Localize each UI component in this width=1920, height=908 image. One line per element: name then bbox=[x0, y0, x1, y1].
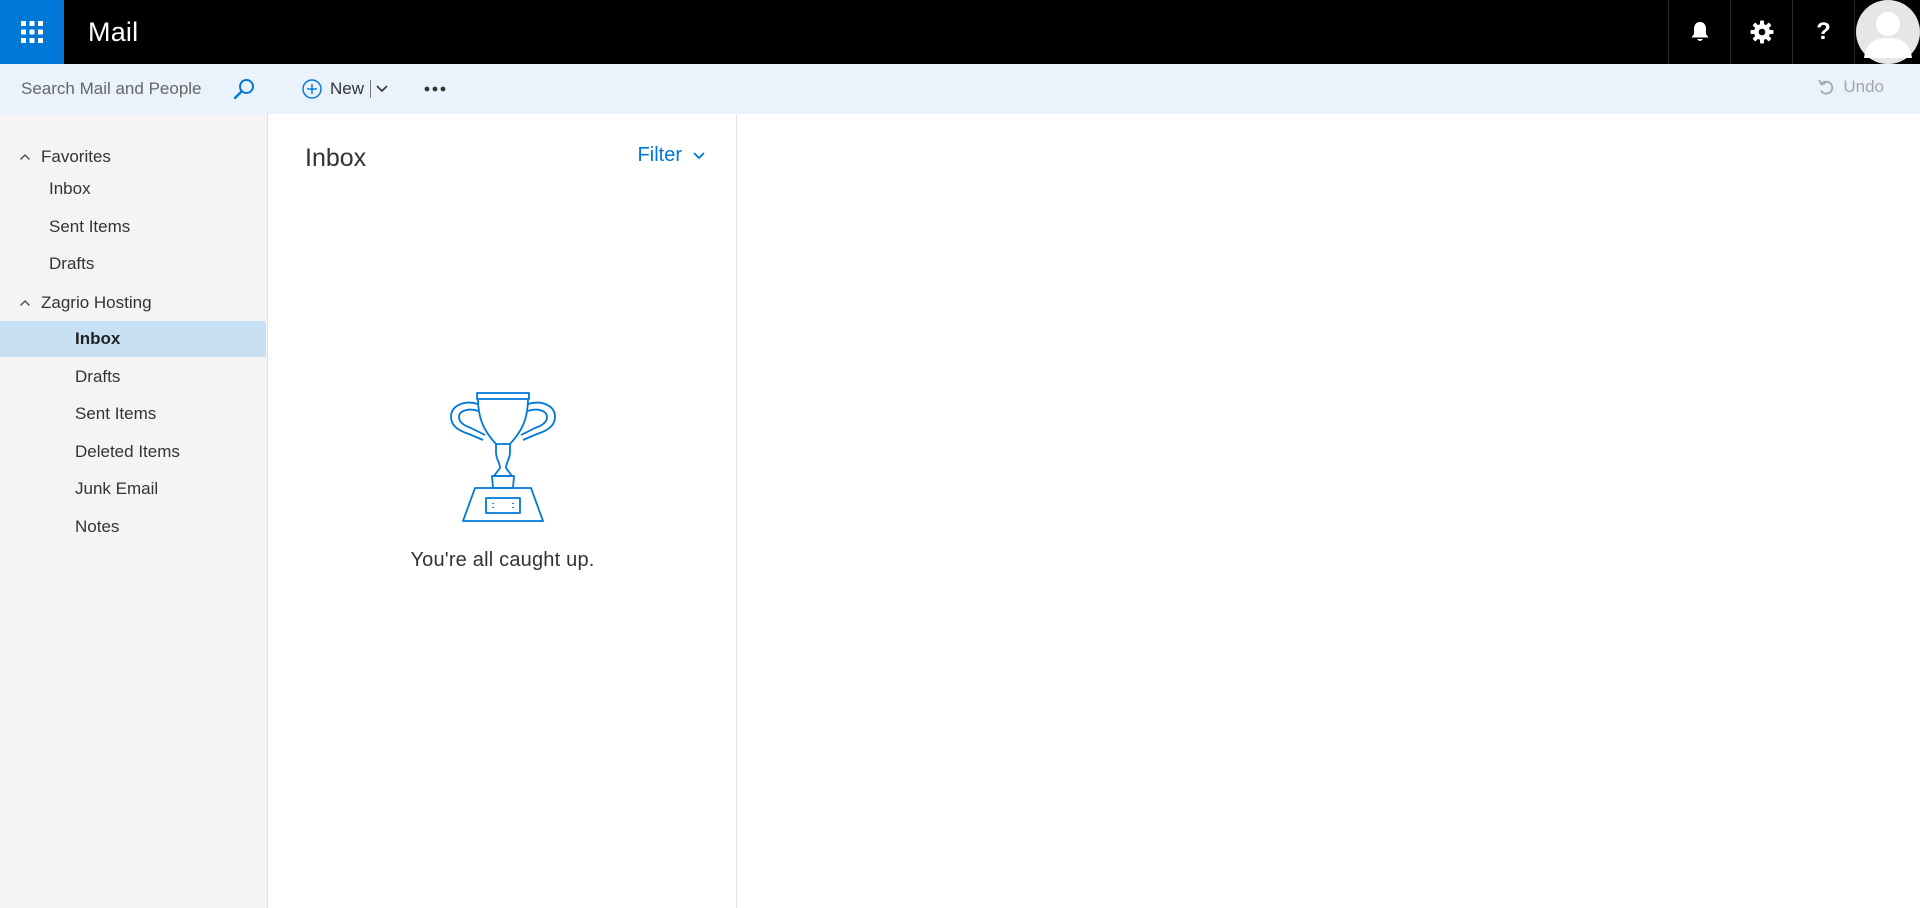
app-title[interactable]: Mail bbox=[88, 17, 138, 48]
favorites-item-drafts[interactable]: Drafts bbox=[0, 246, 266, 282]
search-icon[interactable] bbox=[232, 77, 256, 101]
chevron-up-icon bbox=[19, 153, 31, 161]
folder-item-drafts[interactable]: Drafts bbox=[0, 359, 266, 395]
question-icon: ? bbox=[1816, 18, 1831, 45]
gear-icon bbox=[1750, 20, 1773, 44]
folder-label: Notes bbox=[75, 517, 120, 536]
search-input[interactable] bbox=[0, 79, 220, 99]
ellipsis-icon bbox=[424, 86, 446, 92]
message-list: Inbox Filter You're all caught up. bbox=[268, 114, 737, 908]
favorites-label: Favorites bbox=[41, 147, 111, 166]
folder-item-sent-items[interactable]: Sent Items bbox=[0, 396, 266, 432]
top-actions: ? bbox=[1668, 0, 1920, 64]
empty-state: You're all caught up. bbox=[268, 392, 737, 572]
app-launcher-button[interactable] bbox=[0, 0, 64, 64]
filter-button[interactable]: Filter bbox=[638, 144, 706, 167]
filter-label: Filter bbox=[637, 144, 682, 166]
account-label: Zagrio Hosting bbox=[41, 293, 152, 312]
new-button-label: New bbox=[330, 79, 365, 98]
chevron-down-icon bbox=[693, 151, 705, 159]
folder-label: Inbox bbox=[49, 179, 91, 198]
empty-message: You're all caught up. bbox=[410, 549, 595, 571]
folder-title: Inbox bbox=[305, 144, 367, 172]
folder-pane: Favorites Inbox Sent Items Drafts Zagrio… bbox=[0, 114, 268, 908]
chevron-down-icon[interactable] bbox=[375, 84, 389, 94]
folder-item-notes[interactable]: Notes bbox=[0, 509, 266, 545]
folder-label: Drafts bbox=[49, 254, 95, 273]
folder-label: Drafts bbox=[75, 367, 121, 386]
notifications-button[interactable] bbox=[1668, 0, 1730, 64]
new-button-divider bbox=[370, 80, 372, 98]
person-icon bbox=[1855, 0, 1920, 64]
folder-label: Deleted Items bbox=[75, 442, 180, 461]
settings-button[interactable] bbox=[1730, 0, 1792, 64]
command-bar: New Undo bbox=[0, 64, 1920, 114]
search-box bbox=[0, 64, 268, 114]
chevron-up-icon bbox=[19, 299, 31, 307]
new-message-button[interactable]: New bbox=[302, 76, 389, 102]
undo-button[interactable]: Undo bbox=[1817, 77, 1884, 97]
favorites-header[interactable]: Favorites bbox=[0, 141, 266, 173]
reading-pane bbox=[738, 114, 1920, 908]
folder-label: Inbox bbox=[75, 329, 121, 348]
folder-item-inbox[interactable]: Inbox bbox=[0, 321, 266, 357]
bell-icon bbox=[1691, 22, 1708, 41]
trophy-icon bbox=[449, 392, 556, 522]
folder-item-deleted-items[interactable]: Deleted Items bbox=[0, 434, 266, 470]
undo-label: Undo bbox=[1843, 77, 1884, 96]
account-header[interactable]: Zagrio Hosting bbox=[0, 287, 266, 319]
folder-item-junk-email[interactable]: Junk Email bbox=[0, 471, 266, 507]
undo-icon bbox=[1818, 79, 1834, 95]
folder-label: Sent Items bbox=[75, 404, 157, 423]
plus-circle-icon bbox=[302, 79, 322, 99]
help-button[interactable]: ? bbox=[1792, 0, 1854, 64]
favorites-item-sent-items[interactable]: Sent Items bbox=[0, 209, 266, 245]
folder-label: Sent Items bbox=[49, 217, 131, 236]
folder-label: Junk Email bbox=[75, 479, 159, 498]
top-bar: Mail ? bbox=[0, 0, 1920, 64]
waffle-icon bbox=[21, 21, 43, 43]
favorites-item-inbox[interactable]: Inbox bbox=[0, 171, 266, 207]
more-actions-button[interactable] bbox=[422, 78, 448, 100]
avatar[interactable] bbox=[1854, 0, 1920, 64]
